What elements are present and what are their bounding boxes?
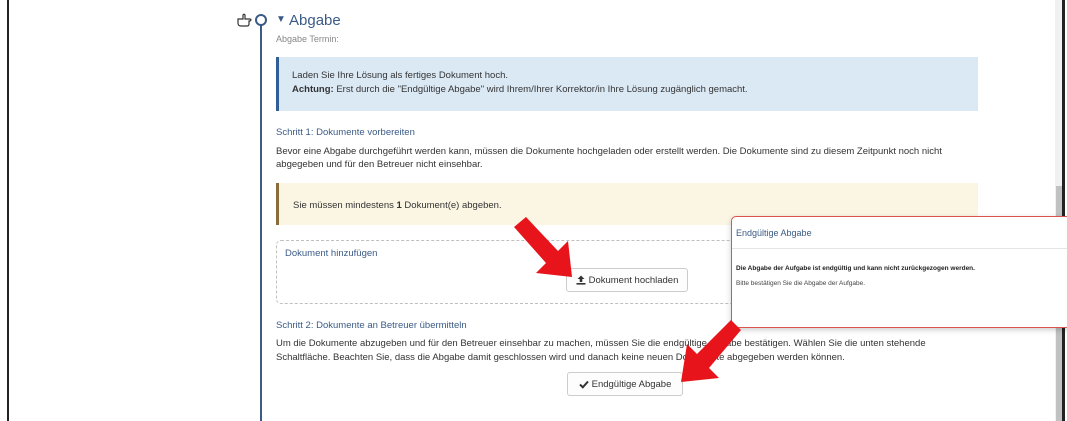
- warning-suffix: Dokument(e) abgeben.: [401, 200, 502, 211]
- step2-text: Um die Dokumente abzugeben und für den B…: [276, 338, 926, 363]
- final-submit-button[interactable]: Endgültige Abgabe: [567, 372, 683, 396]
- dialog-title: Endgültige Abgabe: [736, 228, 812, 238]
- dialog-divider: [732, 248, 1067, 249]
- final-button-label: Endgültige Abgabe: [591, 378, 672, 390]
- attention-label: Achtung:: [292, 84, 334, 95]
- timeline-node: [255, 14, 267, 26]
- upload-document-button[interactable]: Dokument hochladen: [566, 268, 688, 292]
- upload-label: Dokument hinzufügen: [285, 248, 378, 259]
- dialog-subtext: Bitte bestätigen Sie die Abgabe der Aufg…: [736, 280, 866, 287]
- hand-pointer-icon: [237, 13, 252, 27]
- right-frame-border: [1062, 0, 1065, 421]
- section-title[interactable]: Abgabe: [289, 12, 341, 29]
- red-arrow-final: [681, 320, 741, 382]
- step1-heading: Schritt 1: Dokumente vorbereiten: [276, 127, 415, 138]
- upload-button-label: Dokument hochladen: [588, 274, 679, 286]
- deadline-label: Abgabe Termin:: [276, 34, 339, 44]
- step2-heading: Schritt 2: Dokumente an Betreuer übermit…: [276, 320, 467, 331]
- dialog-message: Die Abgabe der Aufgabe ist endgültig und…: [736, 265, 975, 272]
- check-icon: [578, 380, 589, 389]
- timeline-line: [260, 24, 262, 421]
- step1-text: Bevor eine Abgabe durchgeführt werden ka…: [276, 146, 942, 170]
- warning-prefix: Sie müssen mindestens: [293, 200, 397, 211]
- red-arrow-upload: [514, 217, 572, 277]
- caret-down-icon[interactable]: ▼: [276, 14, 286, 25]
- info-alert: Laden Sie Ihre Lösung als fertiges Dokum…: [276, 57, 978, 111]
- attention-text: Erst durch die "Endgültige Abgabe" wird …: [333, 84, 748, 95]
- info-line1: Laden Sie Ihre Lösung als fertiges Dokum…: [292, 70, 508, 81]
- info-line2: Achtung: Erst durch die "Endgültige Abga…: [292, 83, 965, 97]
- left-frame-border: [7, 0, 9, 421]
